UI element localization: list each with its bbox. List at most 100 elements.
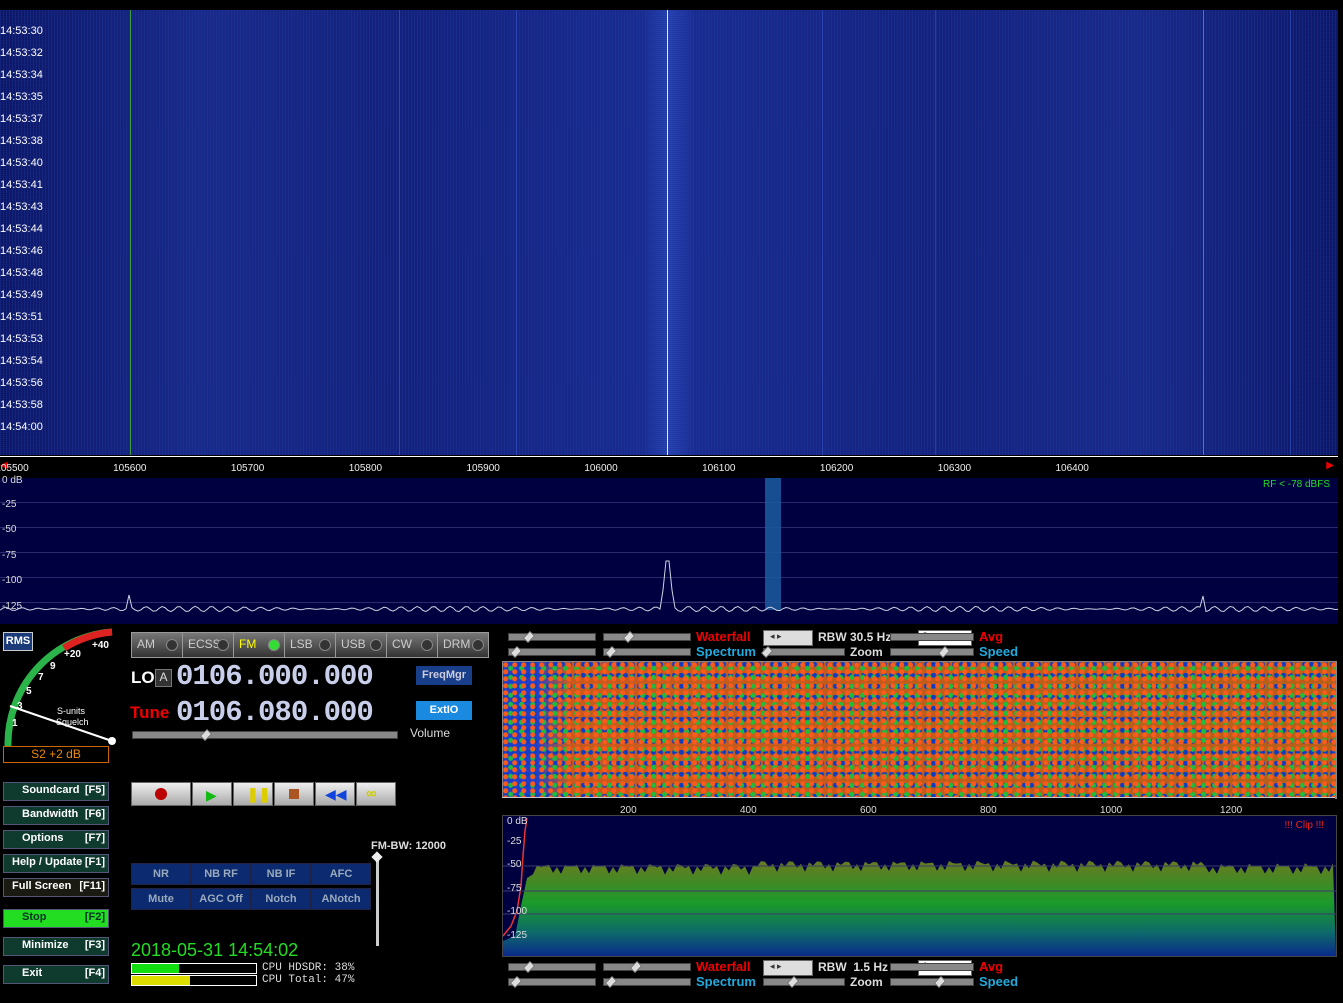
- audio-db-label: -25: [507, 835, 522, 847]
- dsp-button-nb-if[interactable]: NB IF: [251, 863, 311, 885]
- frequency-label: 105600: [113, 463, 147, 474]
- s-meter-label: 5: [26, 686, 32, 697]
- cpu-total-bar: [131, 975, 257, 986]
- side-button-full-screen[interactable]: Full Screen [F11]: [3, 878, 109, 897]
- audio-wf-slider-4[interactable]: [603, 961, 691, 973]
- waterfall-signal-line: [1290, 10, 1291, 455]
- waterfall-signal-line: [935, 10, 936, 455]
- side-button-help-update[interactable]: Help / Update [F1]: [3, 854, 109, 873]
- lo-frequency[interactable]: 0106.000.000: [176, 660, 374, 693]
- zoom-slider-left[interactable]: [761, 646, 845, 658]
- pause-button[interactable]: ❚❚: [233, 782, 273, 806]
- side-button-minimize[interactable]: Minimize [F3]: [3, 937, 109, 956]
- speed-slider-top-2[interactable]: [890, 963, 974, 971]
- dsp-button-notch[interactable]: Notch: [251, 888, 311, 910]
- lo-vfo-a[interactable]: A: [155, 669, 172, 687]
- audio-spec-slider-4[interactable]: [603, 976, 691, 988]
- extio-button[interactable]: ExtIO: [416, 701, 472, 720]
- filter-edge-left: [130, 10, 131, 455]
- loop-button[interactable]: ∞: [356, 782, 396, 806]
- mode-button-drm[interactable]: DRM: [437, 632, 489, 658]
- mode-button-am[interactable]: AM: [131, 632, 183, 658]
- side-button-exit[interactable]: Exit [F4]: [3, 965, 109, 984]
- mode-button-fm[interactable]: FM: [233, 632, 285, 658]
- side-button-label: Stop: [22, 911, 47, 923]
- rf-spectrum[interactable]: 0 dB -25 -50 -75 -100 -125 RF < -78 dBFS: [0, 475, 1338, 624]
- dsp-button-nb-rf[interactable]: NB RF: [191, 863, 251, 885]
- audio-spec-slider-2[interactable]: [603, 646, 691, 658]
- time-label: 14:53:41: [0, 179, 43, 191]
- frequency-label: 105700: [230, 463, 265, 474]
- audio-spectrum[interactable]: 0 dB -25 -50 -75 -100 -125 !!! Clip !!!: [502, 815, 1337, 957]
- side-button-key: [F6]: [84, 808, 105, 820]
- speed-slider-2[interactable]: [890, 976, 974, 988]
- frequency-label: 105800: [348, 463, 383, 474]
- volume-slider[interactable]: [132, 729, 398, 741]
- speed-slider[interactable]: [890, 646, 974, 658]
- time-label: 14:53:51: [0, 311, 43, 323]
- mode-label: ECSS: [188, 637, 221, 651]
- stop-playback-button[interactable]: [274, 782, 314, 806]
- side-button-label: Exit: [22, 967, 43, 979]
- cpu-total-label: CPU Total: 47%: [262, 974, 355, 986]
- frequency-label: 105500: [0, 463, 29, 474]
- mode-button-usb[interactable]: USB: [335, 632, 387, 658]
- time-label: 14:53:49: [0, 289, 43, 301]
- scroll-right-icon[interactable]: ▶: [1326, 460, 1334, 471]
- audio-wf-slider-2[interactable]: [603, 631, 691, 643]
- side-button-label: Help / Update: [12, 856, 83, 868]
- zoom-slider-2[interactable]: [763, 976, 845, 988]
- dsp-button-anotch[interactable]: ANotch: [311, 888, 371, 910]
- side-button-bandwidth[interactable]: Bandwidth [F6]: [3, 806, 109, 825]
- dsp-button-afc[interactable]: AFC: [311, 863, 371, 885]
- audio-db-label: -100: [507, 906, 528, 917]
- audio-wf-slider-1[interactable]: [508, 631, 596, 643]
- side-button-label: Full Screen: [12, 880, 72, 892]
- side-button-stop[interactable]: Stop [F2]: [3, 909, 109, 928]
- rbw-spinner-2[interactable]: ◂ ▸: [763, 960, 813, 976]
- stop-icon: [289, 789, 299, 799]
- s-meter-label: +40: [92, 640, 109, 651]
- side-button-label: Options: [22, 832, 64, 844]
- rf-spectrum-trace: [0, 560, 1338, 613]
- audio-spec-slider-3[interactable]: [508, 976, 596, 988]
- rbw-label: RBW 30.5 Hz: [818, 630, 892, 644]
- rbw-label-2: RBW 1.5 Hz: [818, 960, 889, 974]
- record-button[interactable]: [131, 782, 191, 806]
- audio-spec-slider-1[interactable]: [508, 646, 596, 658]
- side-button-soundcard[interactable]: Soundcard [F5]: [3, 782, 109, 801]
- time-label: 14:53:35: [0, 91, 43, 103]
- time-label: 14:53:48: [0, 267, 43, 279]
- frequency-scale[interactable]: ◀ ▶ 105500105600105700105800105900106000…: [0, 456, 1338, 479]
- mode-button-cw[interactable]: CW: [386, 632, 438, 658]
- freqmgr-button[interactable]: FreqMgr: [416, 666, 472, 685]
- mode-led-icon: [217, 639, 229, 651]
- cpu-hdsdr-bar: [131, 963, 257, 974]
- rbw-spinner[interactable]: ◂ ▸: [763, 630, 813, 646]
- audio-waterfall[interactable]: [502, 661, 1337, 799]
- zoom-label-2: Zoom: [850, 975, 883, 989]
- waterfall-signal-line: [399, 10, 400, 455]
- waterfall-signal-line: [516, 10, 517, 455]
- audio-db-label: -125: [507, 929, 528, 941]
- rf-waterfall[interactable]: 14:53:30 14:53:32 14:53:34 14:53:35 14:53:37…: [0, 10, 1338, 455]
- tune-frequency[interactable]: 0106.080.000: [176, 696, 374, 729]
- filter-edge-right: [1203, 10, 1204, 455]
- rewind-icon: ◀◀: [325, 786, 347, 802]
- play-button[interactable]: ▶: [192, 782, 232, 806]
- mode-led-icon: [421, 639, 433, 651]
- dsp-button-mute[interactable]: Mute: [131, 888, 191, 910]
- time-label: 14:53:30: [0, 25, 43, 37]
- audio-wf-slider-3[interactable]: [508, 961, 596, 973]
- mode-button-lsb[interactable]: LSB: [284, 632, 336, 658]
- fm-bandwidth-slider[interactable]: [376, 858, 379, 946]
- mode-button-ecss[interactable]: ECSS: [182, 632, 234, 658]
- time-label: 14:53:32: [0, 47, 43, 59]
- rewind-button[interactable]: ◀◀: [315, 782, 355, 806]
- dsp-button-agc-off[interactable]: AGC Off: [191, 888, 251, 910]
- time-label: 14:53:54: [0, 355, 43, 367]
- speed-slider-top[interactable]: [890, 633, 974, 641]
- mode-led-icon: [166, 639, 178, 651]
- dsp-button-nr[interactable]: NR: [131, 863, 191, 885]
- side-button-options[interactable]: Options [F7]: [3, 830, 109, 849]
